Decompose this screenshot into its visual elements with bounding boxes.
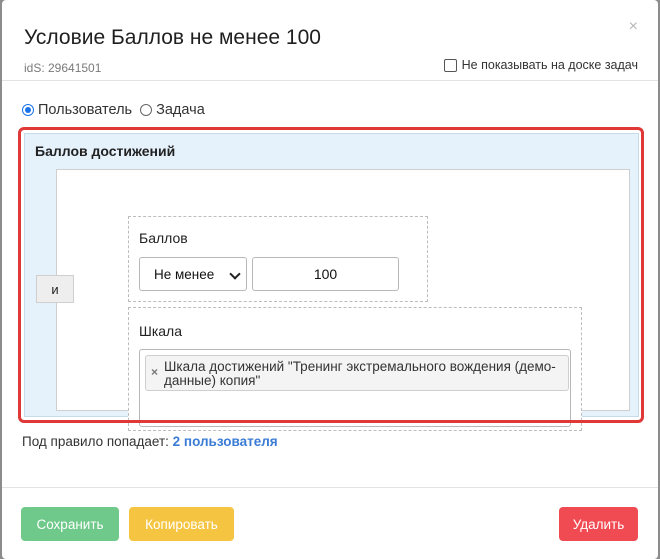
radio-task[interactable]: Задача — [140, 102, 205, 118]
copy-button[interactable]: Копировать — [129, 507, 234, 541]
record-id: idS: 29641501 — [24, 61, 102, 75]
footer-divider — [2, 487, 658, 488]
radio-user[interactable]: Пользователь — [22, 102, 132, 118]
matched-users-link[interactable]: 2 пользователя — [173, 434, 278, 449]
summary-prefix: Под правило попадает: — [22, 434, 169, 449]
radio-selected-icon[interactable] — [22, 104, 34, 116]
modal-title: Условие Баллов не менее 100 — [24, 26, 321, 49]
radio-unselected-icon[interactable] — [140, 104, 153, 116]
condition-modal: × Условие Баллов не менее 100 idS: 29641… — [2, 0, 658, 559]
header-divider — [2, 80, 658, 81]
hide-on-board-label: Не показывать на доске задач — [461, 58, 638, 72]
delete-button[interactable]: Удалить — [559, 507, 638, 541]
hide-on-board-checkbox[interactable]: Не показывать на доске задач — [443, 58, 638, 72]
rule-summary: Под правило попадает: 2 пользователя — [22, 434, 278, 449]
checkbox-icon[interactable] — [443, 58, 457, 72]
save-button[interactable]: Сохранить — [21, 507, 119, 541]
target-type-radio-group: Пользователь Задача — [22, 102, 205, 118]
rule-highlight-outline — [18, 127, 644, 423]
close-icon[interactable]: × — [629, 19, 638, 35]
radio-user-label: Пользователь — [38, 102, 133, 118]
radio-task-label: Задача — [156, 102, 205, 118]
